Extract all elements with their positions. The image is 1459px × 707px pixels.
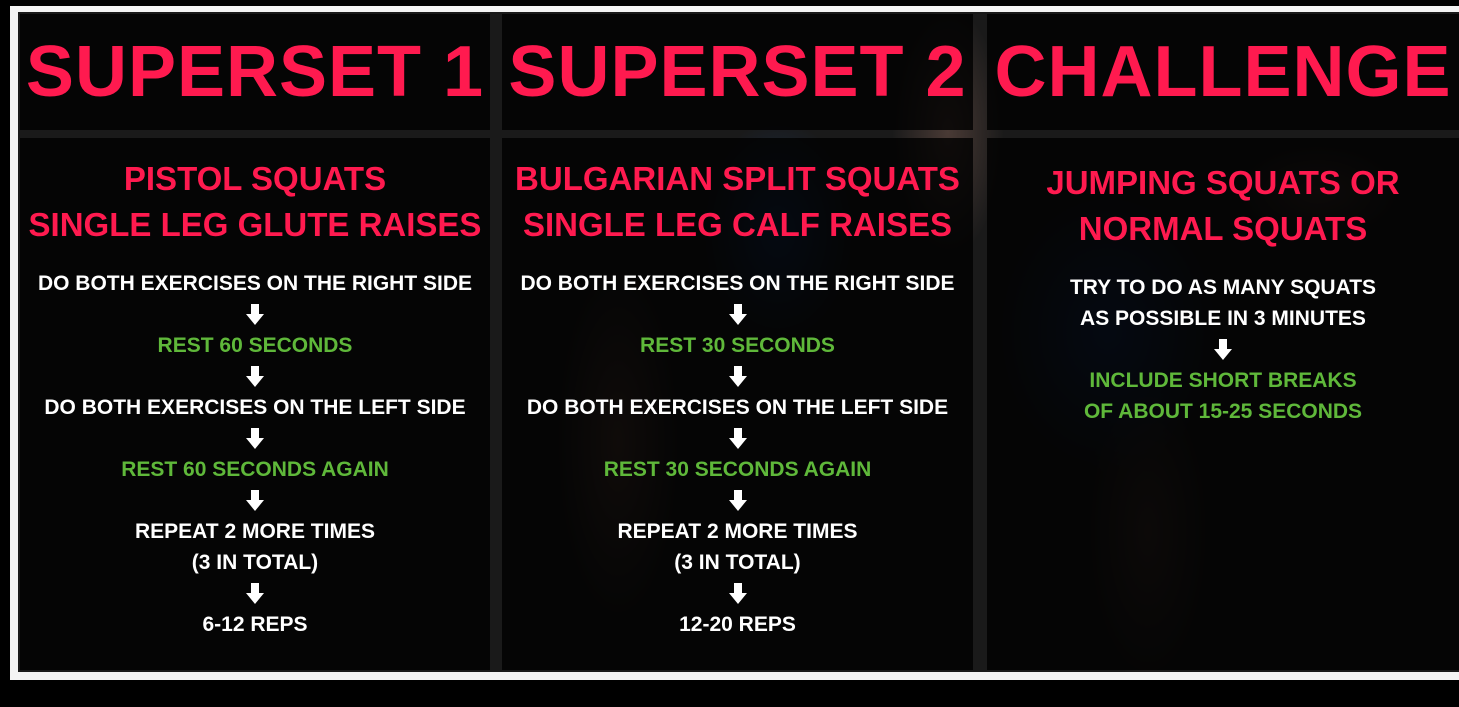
arrow-down-icon bbox=[1212, 334, 1234, 365]
arrow-down-icon bbox=[727, 578, 749, 609]
superset-2-title: SUPERSET 2 bbox=[502, 14, 973, 130]
step-text: DO BOTH EXERCISES ON THE LEFT SIDE bbox=[526, 396, 949, 419]
challenge-title: CHALLENGE bbox=[987, 14, 1459, 130]
arrow-down-icon bbox=[244, 299, 266, 330]
step-text: (3 IN TOTAL) bbox=[191, 551, 319, 574]
step-text: DO BOTH EXERCISES ON THE RIGHT SIDE bbox=[37, 272, 473, 295]
challenge-exercises: JUMPING SQUATS OR NORMAL SQUATS bbox=[1046, 160, 1399, 252]
rest-text: OF ABOUT 15-25 SECONDS bbox=[1083, 400, 1363, 423]
exercise-name: BULGARIAN SPLIT SQUATS bbox=[515, 160, 960, 197]
step-text: TRY TO DO AS MANY SQUATS bbox=[1069, 276, 1377, 299]
exercise-name: NORMAL SQUATS bbox=[1078, 210, 1368, 247]
challenge-panel: JUMPING SQUATS OR NORMAL SQUATS TRY TO D… bbox=[987, 138, 1459, 670]
rest-text: REST 30 SECONDS AGAIN bbox=[603, 458, 872, 481]
step-text: (3 IN TOTAL) bbox=[674, 551, 801, 574]
rest-text: REST 30 SECONDS bbox=[640, 334, 835, 357]
superset-2-exercises: BULGARIAN SPLIT SQUATS SINGLE LEG CALF R… bbox=[515, 156, 960, 248]
reps-text: 6-12 REPS bbox=[202, 613, 308, 636]
superset-1-panel: PISTOL SQUATS SINGLE LEG GLUTE RAISES DO… bbox=[20, 138, 490, 670]
arrow-down-icon bbox=[727, 361, 749, 392]
exercise-name: SINGLE LEG GLUTE RAISES bbox=[28, 206, 482, 243]
rest-text: REST 60 SECONDS bbox=[157, 334, 353, 357]
step-text: AS POSSIBLE IN 3 MINUTES bbox=[1080, 307, 1366, 330]
step-text: DO BOTH EXERCISES ON THE LEFT SIDE bbox=[44, 396, 466, 419]
superset-1-title: SUPERSET 1 bbox=[20, 14, 490, 130]
arrow-down-icon bbox=[244, 485, 266, 516]
step-text: REPEAT 2 MORE TIMES bbox=[135, 520, 375, 543]
arrow-down-icon bbox=[244, 423, 266, 454]
exercise-name: JUMPING SQUATS OR bbox=[1046, 164, 1400, 201]
exercise-name: PISTOL SQUATS bbox=[123, 160, 387, 197]
arrow-down-icon bbox=[244, 361, 266, 392]
step-text: DO BOTH EXERCISES ON THE RIGHT SIDE bbox=[520, 272, 955, 295]
arrow-down-icon bbox=[727, 485, 749, 516]
exercise-name: SINGLE LEG CALF RAISES bbox=[522, 206, 953, 243]
reps-text: 12-20 REPS bbox=[679, 613, 796, 636]
rest-text: INCLUDE SHORT BREAKS bbox=[1089, 369, 1357, 392]
arrow-down-icon bbox=[244, 578, 266, 609]
superset-2-panel: BULGARIAN SPLIT SQUATS SINGLE LEG CALF R… bbox=[502, 138, 973, 670]
arrow-down-icon bbox=[727, 423, 749, 454]
step-text: REPEAT 2 MORE TIMES bbox=[617, 520, 858, 543]
superset-1-exercises: PISTOL SQUATS SINGLE LEG GLUTE RAISES bbox=[29, 156, 482, 248]
rest-text: REST 60 SECONDS AGAIN bbox=[121, 458, 389, 481]
arrow-down-icon bbox=[727, 299, 749, 330]
